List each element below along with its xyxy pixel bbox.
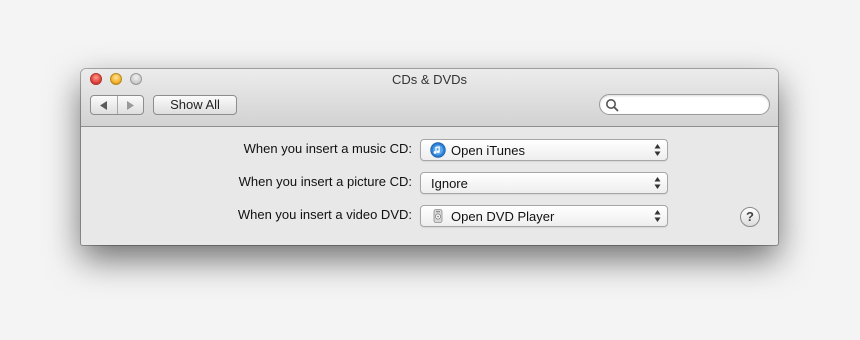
up-down-arrows-icon [654, 144, 661, 156]
magnifier-icon [606, 99, 619, 112]
preferences-window: CDs & DVDs Show All When you insert a mu… [81, 69, 778, 245]
help-button[interactable]: ? [740, 207, 760, 227]
triangle-left-icon [99, 100, 107, 110]
picture-cd-popup[interactable]: Ignore [420, 172, 668, 194]
forward-button[interactable] [116, 96, 144, 114]
itunes-icon [430, 142, 446, 158]
video-dvd-label: When you insert a video DVD: [237, 207, 412, 222]
search-input[interactable] [622, 96, 766, 114]
music-cd-value: Open iTunes [451, 143, 525, 158]
search-field[interactable] [599, 94, 770, 115]
music-cd-popup[interactable]: Open iTunes [420, 139, 668, 161]
up-down-arrows-icon [654, 210, 661, 222]
toolbar: CDs & DVDs Show All [81, 69, 778, 127]
back-forward-control [90, 95, 144, 115]
triangle-right-icon [127, 100, 135, 110]
dvd-player-icon [433, 209, 443, 223]
video-dvd-value: Open DVD Player [451, 209, 555, 224]
music-cd-label: When you insert a music CD: [243, 141, 412, 156]
back-button[interactable] [91, 96, 117, 114]
video-dvd-popup[interactable]: Open DVD Player [420, 205, 668, 227]
window-title: CDs & DVDs [391, 72, 468, 87]
show-all-button[interactable]: Show All [153, 95, 237, 115]
picture-cd-label: When you insert a picture CD: [238, 174, 412, 189]
picture-cd-value: Ignore [431, 176, 468, 191]
up-down-arrows-icon [654, 177, 661, 189]
